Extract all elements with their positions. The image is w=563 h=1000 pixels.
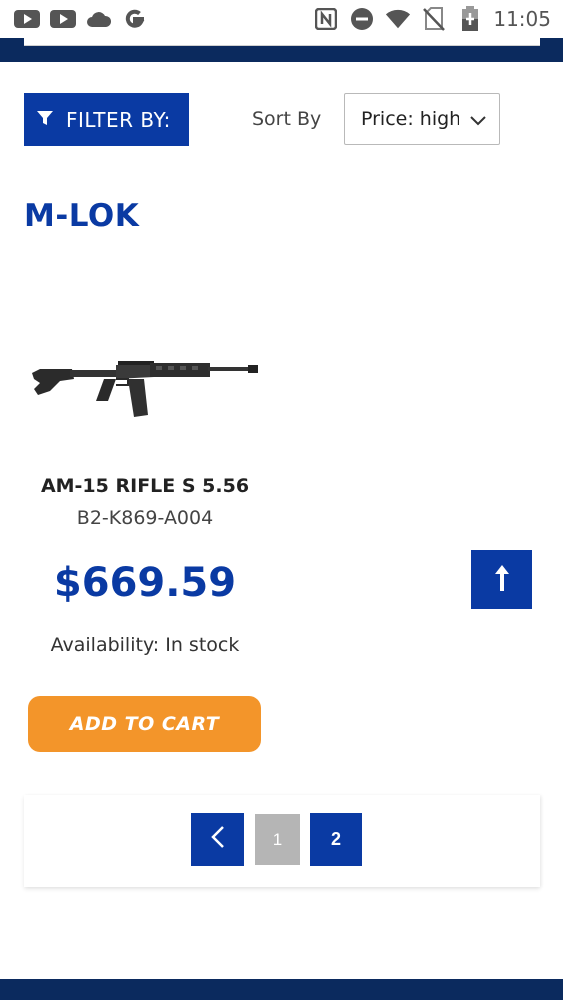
status-time: 11:05 — [493, 7, 551, 31]
add-to-cart-button[interactable]: ADD TO CART — [28, 696, 261, 752]
pagination-page-2[interactable]: 2 — [310, 813, 362, 866]
availability-status: Availability: In stock — [50, 634, 240, 656]
filter-label: FILTER BY: — [66, 107, 171, 132]
sort-value: Price: high to low — [361, 108, 459, 130]
product-image[interactable] — [30, 355, 260, 425]
search-box[interactable] — [24, 38, 540, 46]
scroll-to-top-button[interactable] — [471, 550, 532, 609]
google-icon — [122, 6, 148, 32]
rifle-icon — [32, 361, 258, 417]
status-bar: 11:05 — [0, 0, 563, 38]
sort-select[interactable]: Price: high to low — [344, 93, 500, 145]
pagination-prev-button[interactable] — [191, 813, 244, 866]
youtube-icon — [50, 6, 76, 32]
filter-button[interactable]: FILTER BY: — [24, 93, 189, 146]
cloud-icon — [86, 6, 112, 32]
wifi-icon — [385, 6, 411, 32]
sort-label: Sort By — [252, 108, 322, 130]
footer-band — [0, 979, 563, 1000]
product-price: $669.59 — [53, 560, 237, 606]
filter-icon — [36, 109, 54, 130]
no-sim-icon — [421, 6, 447, 32]
arrow-up-icon — [494, 564, 510, 595]
nfc-icon — [313, 6, 339, 32]
pagination-page-1[interactable]: 1 — [255, 814, 300, 865]
youtube-icon — [14, 6, 40, 32]
product-name[interactable]: AM-15 RIFLE S 5.56 — [0, 475, 290, 497]
do-not-disturb-icon — [349, 6, 375, 32]
category-title: M-LOK — [24, 198, 140, 234]
product-sku: B2-K869-A004 — [76, 507, 214, 529]
chevron-down-icon — [469, 111, 487, 134]
chevron-left-icon — [210, 825, 225, 854]
battery-charging-icon — [457, 6, 483, 32]
